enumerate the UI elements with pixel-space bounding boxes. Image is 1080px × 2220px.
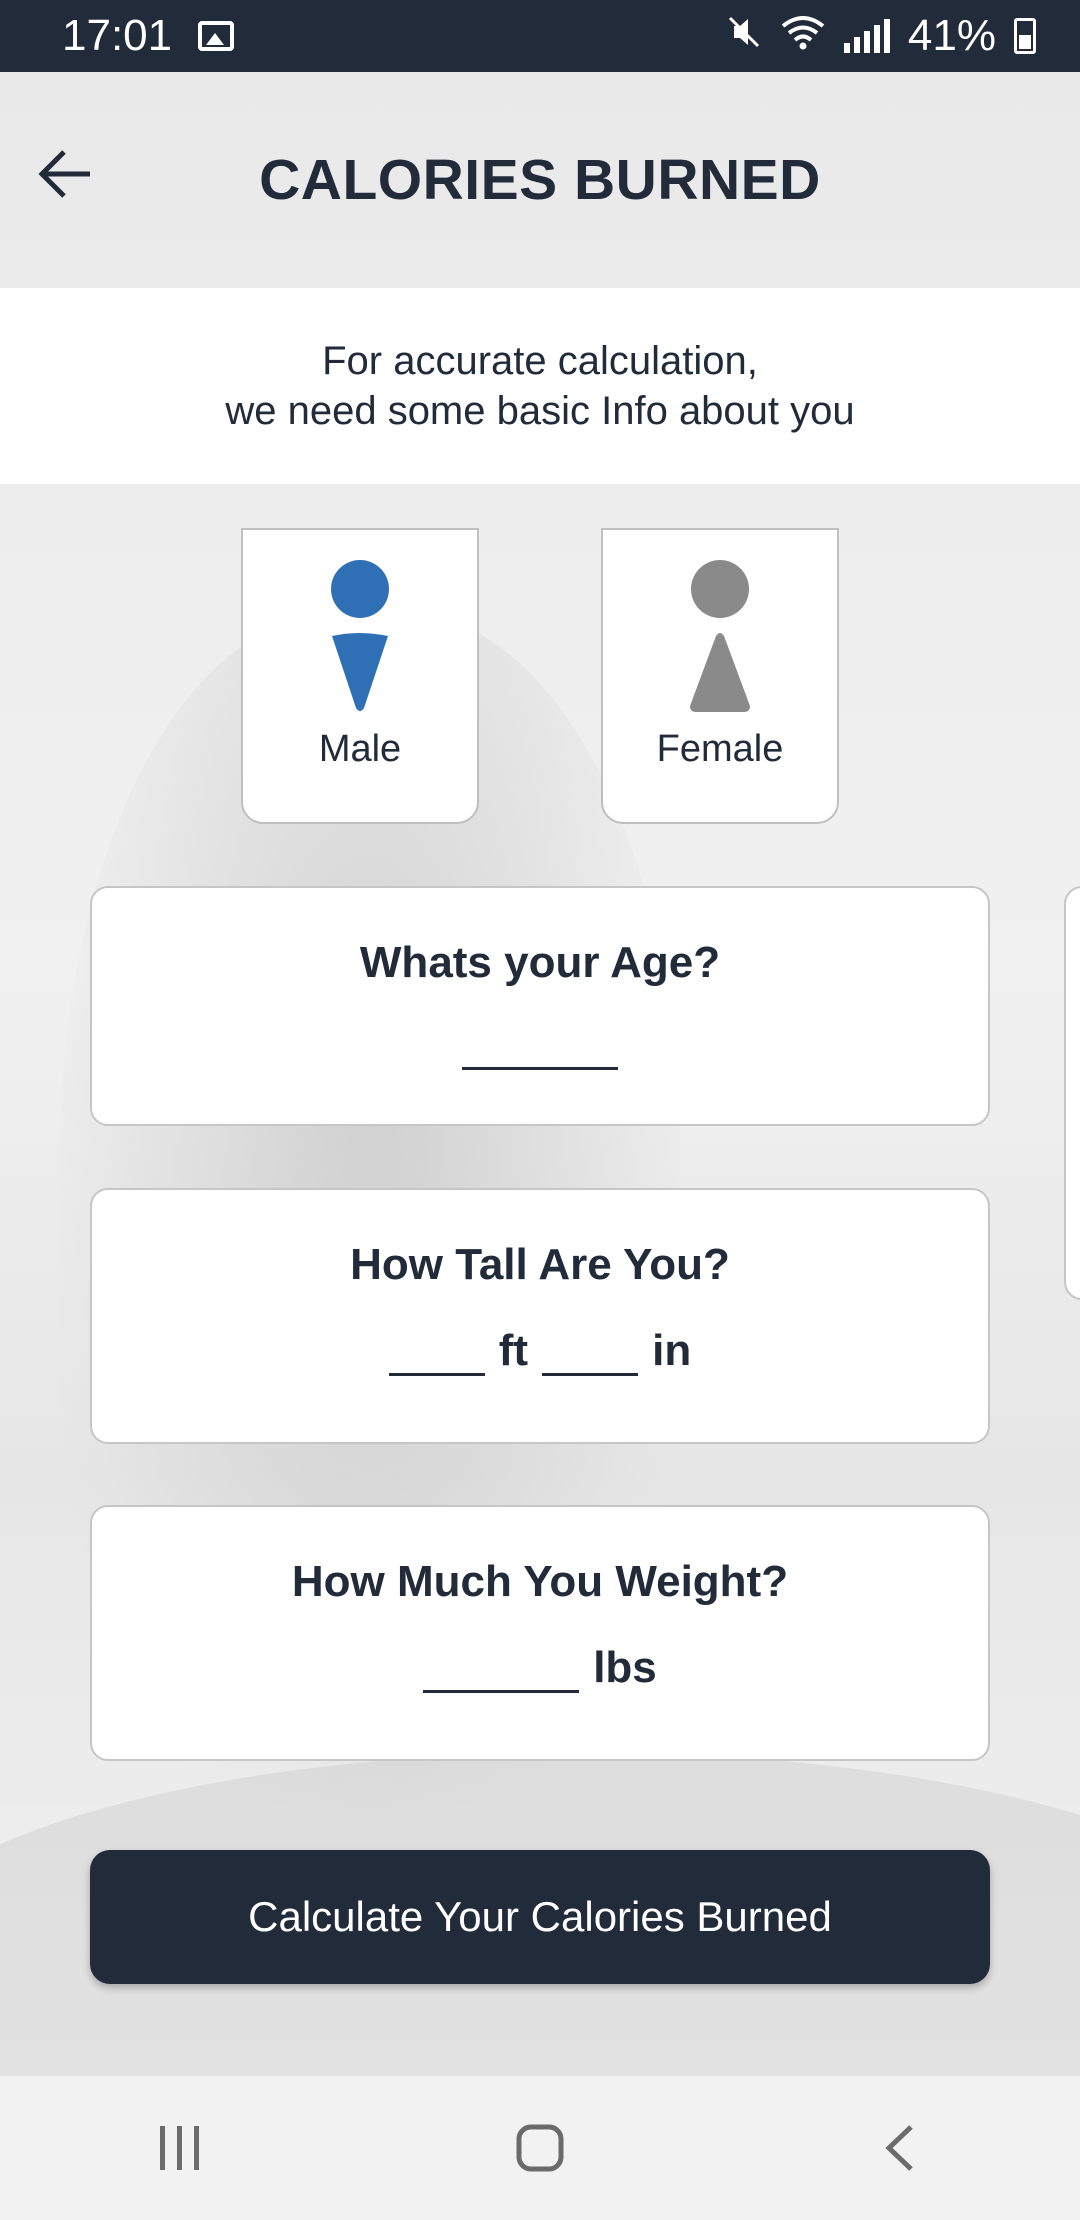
height-feet-input[interactable] — [388, 1336, 485, 1376]
height-question: How Tall Are You? — [350, 1240, 730, 1289]
status-time: 17:01 — [62, 11, 173, 60]
mute-icon — [726, 14, 762, 59]
age-answer-row — [462, 1030, 618, 1070]
arrow-left-icon — [38, 150, 90, 198]
back-button[interactable] — [34, 136, 98, 212]
weight-input[interactable] — [423, 1653, 580, 1693]
intro-line-1: For accurate calculation, — [322, 339, 758, 383]
app-header: CALORIES BURNED — [0, 72, 1080, 288]
weight-answer-row: lbs — [423, 1643, 657, 1693]
status-right: 41% — [726, 11, 1036, 61]
height-card: How Tall Are You? ft in — [90, 1188, 990, 1444]
image-icon — [198, 21, 235, 51]
gender-label-female: Female — [656, 728, 784, 770]
weight-unit: lbs — [593, 1643, 657, 1692]
intro-line-2: we need some basic Info about you — [225, 389, 855, 433]
signal-icon — [843, 19, 890, 53]
status-left: 17:01 — [62, 11, 235, 61]
system-back-button[interactable] — [840, 2098, 960, 2198]
intro-banner: For accurate calculation, we need some b… — [0, 288, 1080, 484]
battery-percent: 41% — [907, 11, 996, 60]
gender-option-male[interactable]: Male — [241, 528, 479, 824]
status-bar: 17:01 41% — [0, 0, 1080, 72]
weight-question: How Much You Weight? — [291, 1557, 789, 1606]
home-icon — [516, 2124, 564, 2172]
male-person-icon — [320, 560, 400, 711]
age-card: Whats your Age? — [90, 886, 990, 1126]
back-icon — [885, 2125, 913, 2171]
age-question: Whats your Age? — [359, 938, 721, 987]
gender-option-female[interactable]: Female — [601, 528, 839, 824]
wifi-icon — [780, 11, 826, 61]
battery-charging-icon — [1014, 18, 1036, 54]
gender-label-male: Male — [318, 728, 402, 770]
calculate-button[interactable]: Calculate Your Calories Burned — [90, 1850, 990, 1984]
inches-unit: in — [652, 1326, 692, 1375]
age-input[interactable] — [462, 1030, 618, 1070]
weight-card: How Much You Weight? lbs — [90, 1505, 990, 1761]
next-card-edge — [1064, 886, 1080, 1300]
feet-unit: ft — [498, 1326, 529, 1375]
height-inches-input[interactable] — [542, 1336, 639, 1376]
recent-apps-button[interactable] — [120, 2098, 240, 2198]
height-answer-row: ft in — [388, 1326, 692, 1376]
system-nav-bar — [0, 2076, 1080, 2220]
female-person-icon — [680, 560, 760, 712]
recent-apps-icon — [160, 2126, 199, 2170]
home-button[interactable] — [480, 2098, 600, 2198]
page-title: CALORIES BURNED — [259, 148, 821, 212]
